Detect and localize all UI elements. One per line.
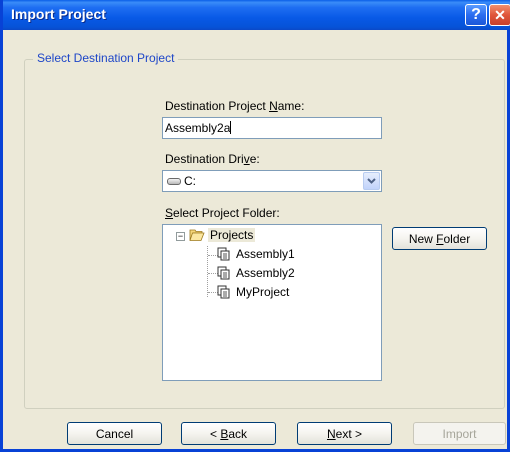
drive-dropdown-button[interactable] bbox=[363, 172, 380, 190]
project-icon bbox=[217, 247, 230, 261]
next-button[interactable]: Next > bbox=[297, 422, 392, 445]
drive-select-value: C: bbox=[167, 174, 196, 188]
folder-open-icon bbox=[189, 229, 205, 241]
tree-connector bbox=[207, 246, 208, 297]
tree-node-label: Projects bbox=[208, 228, 256, 242]
project-icon bbox=[217, 266, 230, 280]
back-label: < Back bbox=[209, 426, 248, 441]
tree-collapse-toggle[interactable]: − bbox=[176, 232, 185, 241]
tree-node-label: Assembly1 bbox=[236, 247, 295, 261]
import-label: Import bbox=[442, 426, 477, 441]
close-icon: ✕ bbox=[494, 6, 506, 23]
tree-node-assembly2[interactable]: Assembly2 bbox=[217, 266, 295, 280]
text-caret bbox=[230, 121, 232, 134]
project-name-value: Assembly2a bbox=[165, 121, 231, 135]
project-folder-tree[interactable]: − Projects Assembly1 Assembly2 MyProject bbox=[162, 224, 382, 381]
title-bar[interactable]: Import Project ? ✕ bbox=[3, 0, 510, 30]
folder-label: Select Project Folder: bbox=[165, 206, 280, 220]
next-label: Next > bbox=[326, 426, 363, 441]
drive-value: C: bbox=[184, 174, 196, 188]
tree-node-myproject[interactable]: MyProject bbox=[217, 285, 289, 299]
tree-node-label: MyProject bbox=[236, 285, 290, 299]
project-name-label: Destination Project Name: bbox=[165, 99, 305, 113]
close-button[interactable]: ✕ bbox=[489, 4, 510, 26]
new-folder-label: New Folder bbox=[408, 231, 471, 246]
project-name-input[interactable]: Assembly2a bbox=[162, 117, 382, 139]
drive-label: Destination Drive: bbox=[165, 152, 260, 166]
cancel-label: Cancel bbox=[95, 426, 134, 441]
import-button[interactable]: Import bbox=[413, 422, 506, 445]
project-icon bbox=[217, 285, 230, 299]
back-button[interactable]: < Back bbox=[181, 422, 276, 445]
window-title: Import Project bbox=[11, 6, 106, 22]
tree-node-assembly1[interactable]: Assembly1 bbox=[217, 247, 295, 261]
new-folder-button[interactable]: New Folder bbox=[392, 227, 487, 250]
chevron-down-icon bbox=[367, 178, 376, 184]
help-icon: ? bbox=[471, 6, 481, 23]
tree-node-label: Assembly2 bbox=[236, 266, 295, 280]
cancel-button[interactable]: Cancel bbox=[67, 422, 162, 445]
groupbox-legend: Select Destination Project bbox=[33, 51, 179, 65]
import-project-dialog: Import Project ? ✕ Select Destination Pr… bbox=[0, 0, 510, 452]
drive-select[interactable]: C: bbox=[162, 170, 382, 192]
tree-node-projects[interactable]: Projects bbox=[189, 228, 256, 242]
help-button[interactable]: ? bbox=[465, 4, 487, 26]
hard-drive-icon bbox=[167, 177, 181, 185]
